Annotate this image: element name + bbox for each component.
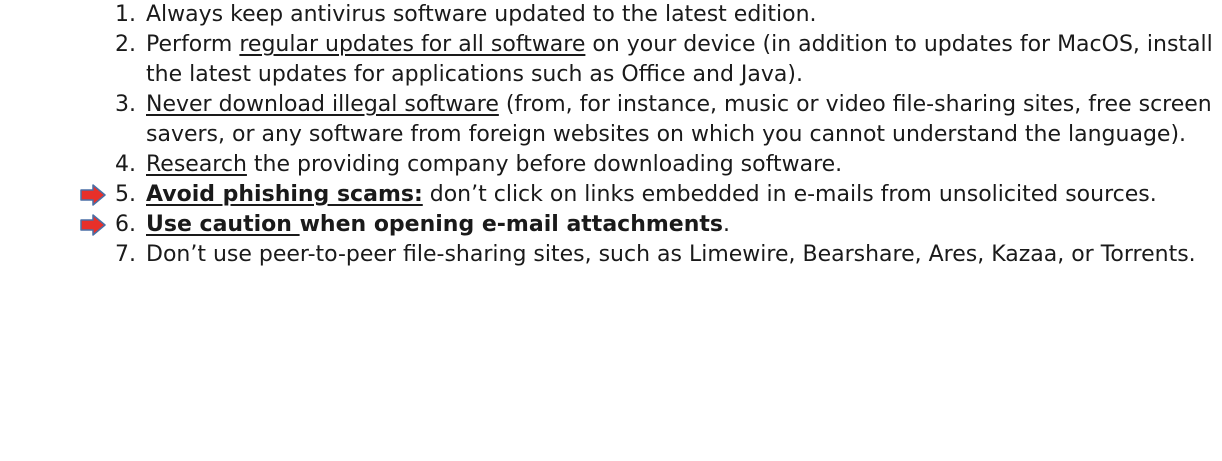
tip-text: Always keep antivirus software updated t… bbox=[146, 2, 817, 27]
tip-emphasis: regular updates for all software bbox=[239, 32, 586, 57]
tip-emphasis: Research bbox=[146, 152, 247, 177]
tip-emphasis: Avoid phishing scams: bbox=[146, 182, 423, 207]
tip-item-6: 6. Use caution when opening e-mail attac… bbox=[0, 210, 1222, 240]
tip-number: 5. bbox=[115, 182, 136, 207]
tip-item-1: 1. Always keep antivirus software update… bbox=[0, 0, 1222, 30]
tip-emphasis: Never download illegal software bbox=[146, 92, 499, 117]
tip-text: Don’t use peer-to-peer file-sharing site… bbox=[146, 242, 1196, 267]
tip-item-2: 2. Perform regular updates for all softw… bbox=[0, 30, 1222, 90]
tip-item-5: 5. Avoid phishing scams: don’t click on … bbox=[0, 180, 1222, 210]
tip-item-4: 4. Research the providing company before… bbox=[0, 150, 1222, 180]
right-arrow-icon bbox=[80, 184, 106, 206]
tip-text: Perform bbox=[146, 32, 240, 57]
tip-item-7: 7. Don’t use peer-to-peer file-sharing s… bbox=[0, 240, 1222, 270]
tip-number: 3. bbox=[115, 92, 136, 117]
tip-item-3: 3. Never download illegal software (from… bbox=[0, 90, 1222, 150]
tip-emphasis: Use caution bbox=[146, 212, 300, 237]
tip-number: 2. bbox=[115, 32, 136, 57]
tip-text: don’t click on links embedded in e-mails… bbox=[422, 182, 1157, 207]
right-arrow-icon bbox=[80, 214, 106, 236]
tip-number: 6. bbox=[115, 212, 136, 237]
tip-number: 1. bbox=[115, 2, 136, 27]
tip-emphasis-bold: when opening e-mail attachments bbox=[299, 212, 723, 237]
tip-text: the providing company before downloading… bbox=[246, 152, 843, 177]
tip-number: 7. bbox=[115, 242, 136, 267]
tip-number: 4. bbox=[115, 152, 136, 177]
tip-text: . bbox=[723, 212, 730, 237]
tips-list: 1. Always keep antivirus software update… bbox=[0, 0, 1222, 270]
